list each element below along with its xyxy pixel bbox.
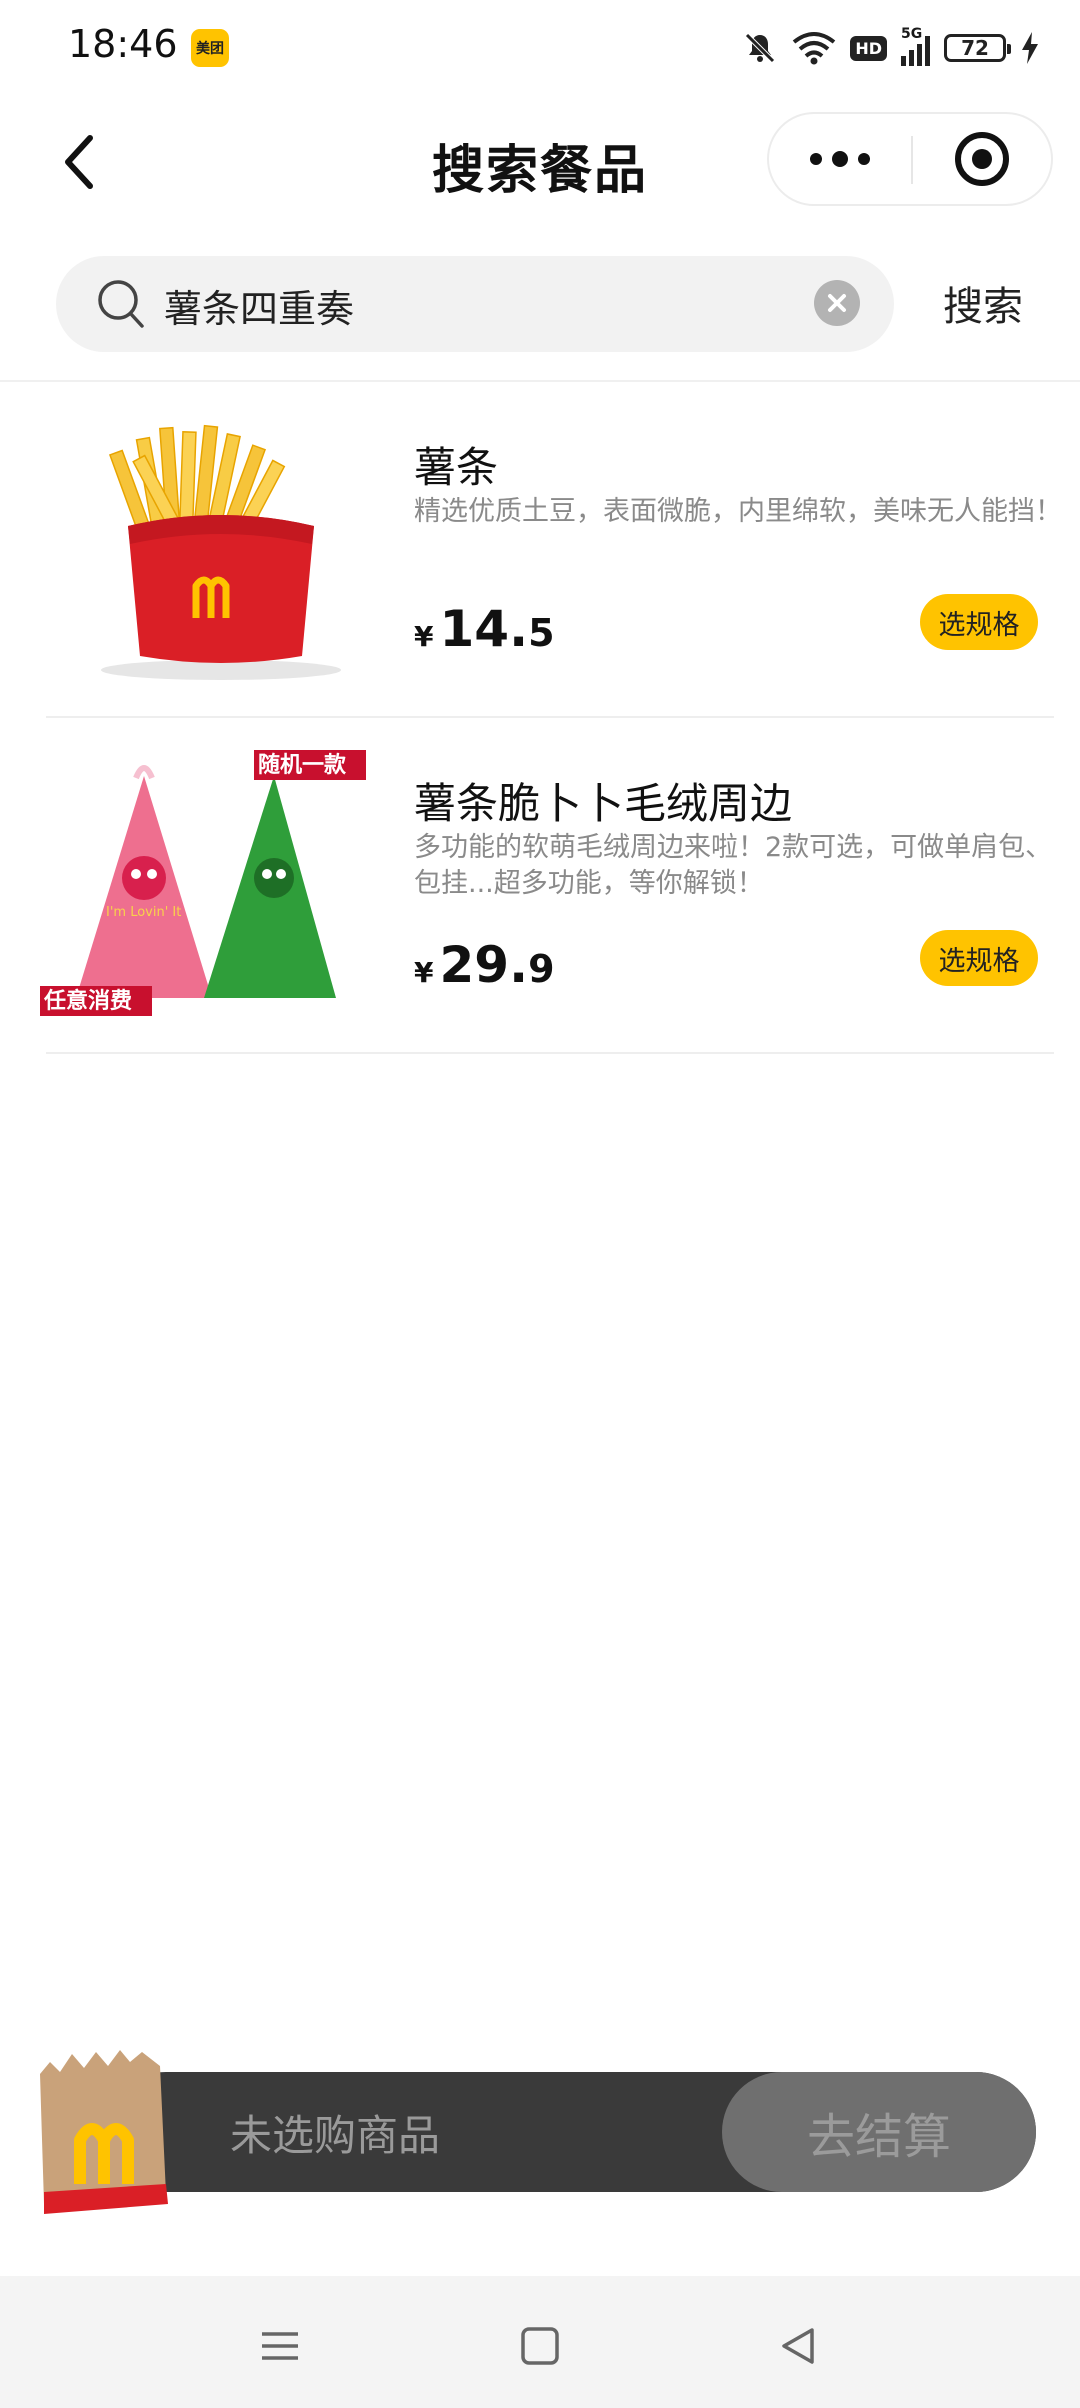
target-circle-icon [955, 132, 1009, 186]
more-button[interactable] [769, 114, 911, 204]
home-nav-button[interactable] [510, 2316, 570, 2376]
checkout-button[interactable]: 去结算 [722, 2072, 1036, 2192]
network-type-label: 5G [901, 26, 923, 42]
status-icons: HD 5G 72 [742, 24, 1040, 72]
menu-nav-button[interactable] [250, 2316, 310, 2376]
product-price: ¥29.9 [414, 936, 555, 994]
signal-bar-2 [909, 50, 914, 66]
product-item[interactable]: 薯条 精选优质土豆，表面微脆，内里绵软，美味无人能挡！ ¥14.5 选规格 [46, 382, 1062, 718]
signal-icon: 5G [901, 26, 930, 66]
product-price: ¥14.5 [414, 600, 555, 658]
wifi-icon [793, 32, 836, 65]
product-name: 薯条 [414, 443, 499, 492]
search-button[interactable]: 搜索 [918, 274, 1048, 332]
search-box [56, 256, 894, 352]
product-description: 多功能的软萌毛绒周边来啦！2款可选，可做单肩包、包挂...超多功能，等你解锁！ [414, 832, 1053, 899]
battery-indicator: 72 [944, 34, 1011, 62]
more-dot-center [832, 151, 848, 167]
price-decimal: 9 [528, 947, 555, 991]
signal-bar-1 [901, 56, 906, 66]
price-integer: 29. [439, 936, 529, 994]
any-purchase-tag-text: 任意消费 [43, 988, 132, 1014]
search-row: 搜索 [0, 252, 1080, 352]
select-spec-button[interactable]: 选规格 [920, 594, 1038, 650]
signal-bar-4 [925, 36, 930, 66]
system-nav-bar [0, 2276, 1080, 2408]
close-icon [828, 294, 846, 312]
square-home-icon [521, 2327, 559, 2365]
product-name: 薯条脆卜卜毛绒周边 [414, 779, 793, 828]
more-dot-right [858, 153, 870, 165]
hd-icon: HD [850, 35, 887, 61]
close-miniprogram-button[interactable] [913, 114, 1051, 204]
product-description: 精选优质土豆，表面微脆，内里绵软，美味无人能挡！ [414, 496, 1062, 527]
more-dots-icon [810, 153, 822, 165]
mute-bell-icon [745, 33, 776, 63]
search-icon [98, 280, 144, 328]
meituan-app-icon: 美团 [191, 29, 229, 67]
charging-icon [1022, 32, 1038, 64]
bag-print-text: I'm Lovin' It [106, 905, 181, 920]
status-bar: 18:46 美团 HD 5G 72 [0, 0, 1080, 96]
plush-bags-image: I'm Lovin' It 随机一款 任意消费 [40, 750, 366, 1016]
select-spec-button[interactable]: 选规格 [920, 930, 1038, 986]
clear-search-button[interactable] [814, 280, 860, 326]
signal-bar-3 [917, 44, 922, 66]
fries-image [101, 424, 341, 680]
triangle-back-icon [782, 2328, 814, 2364]
currency-symbol: ¥ [414, 956, 434, 989]
nav-bar: 搜索餐品 [0, 104, 1080, 220]
price-decimal: 5 [528, 611, 555, 655]
product-item[interactable]: I'm Lovin' It 随机一款 任意消费 薯条脆卜卜毛绒周边 多功能的软萌… [40, 718, 1054, 1054]
back-nav-button[interactable] [768, 2316, 828, 2376]
search-input[interactable] [162, 274, 766, 336]
cart-status-text: 未选购商品 [230, 2111, 441, 2160]
cart-bar[interactable]: 未选购商品 去结算 [106, 2072, 1036, 2192]
currency-symbol: ¥ [414, 620, 434, 653]
cart-bag-icon[interactable] [30, 2044, 180, 2214]
random-tag-text: 随机一款 [258, 752, 347, 778]
status-time: 18:46 [68, 22, 178, 66]
miniprogram-capsule [767, 112, 1053, 206]
menu-icon [262, 2332, 298, 2360]
price-integer: 14. [439, 600, 529, 658]
